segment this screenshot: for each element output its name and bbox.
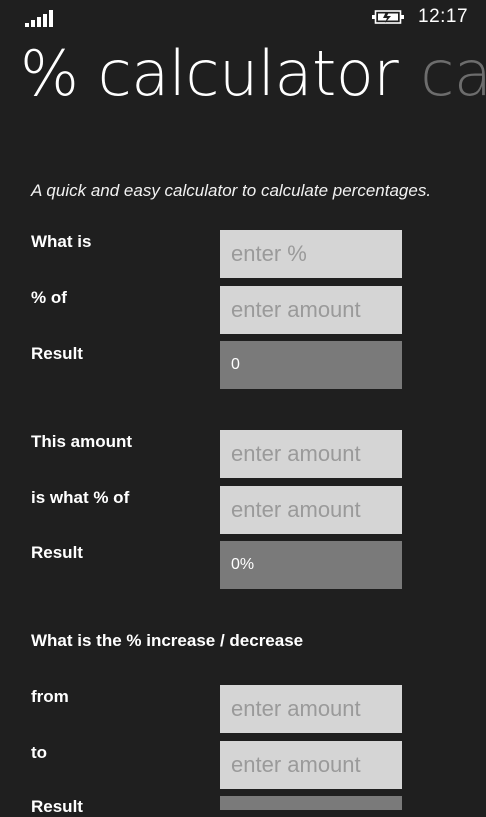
this-amount-label: This amount (31, 432, 133, 451)
total-amount-input[interactable] (220, 486, 402, 534)
this-amount-input[interactable] (220, 430, 402, 478)
pivot-item-percent-calculator[interactable]: % calculator (20, 37, 399, 110)
increase-decrease-heading: What is the % increase / decrease (31, 631, 304, 650)
pivot-header: % calculator calc (20, 30, 486, 118)
to-label: to (31, 743, 48, 762)
clock: 12:17 (418, 6, 469, 27)
percent-input[interactable] (220, 230, 402, 278)
to-amount-input[interactable] (220, 741, 402, 789)
result-label: Result (31, 543, 83, 562)
amount-input[interactable] (220, 286, 402, 334)
from-label: from (31, 687, 69, 706)
result-value (220, 796, 402, 810)
is-what-percent-of-label: is what % of (31, 488, 130, 507)
from-amount-input[interactable] (220, 685, 402, 733)
what-is-label: What is (31, 232, 92, 251)
percent-of-label: % of (31, 288, 67, 307)
result-value: 0 (220, 341, 402, 389)
result-label: Result (31, 344, 83, 363)
result-value: 0% (220, 541, 402, 589)
battery-charging-icon (372, 10, 404, 24)
pivot-item-next[interactable]: calc (420, 37, 486, 110)
intro-text: A quick and easy calculator to calculate… (31, 181, 432, 200)
result-label: Result (31, 797, 83, 816)
signal-strength-icon (25, 7, 55, 27)
